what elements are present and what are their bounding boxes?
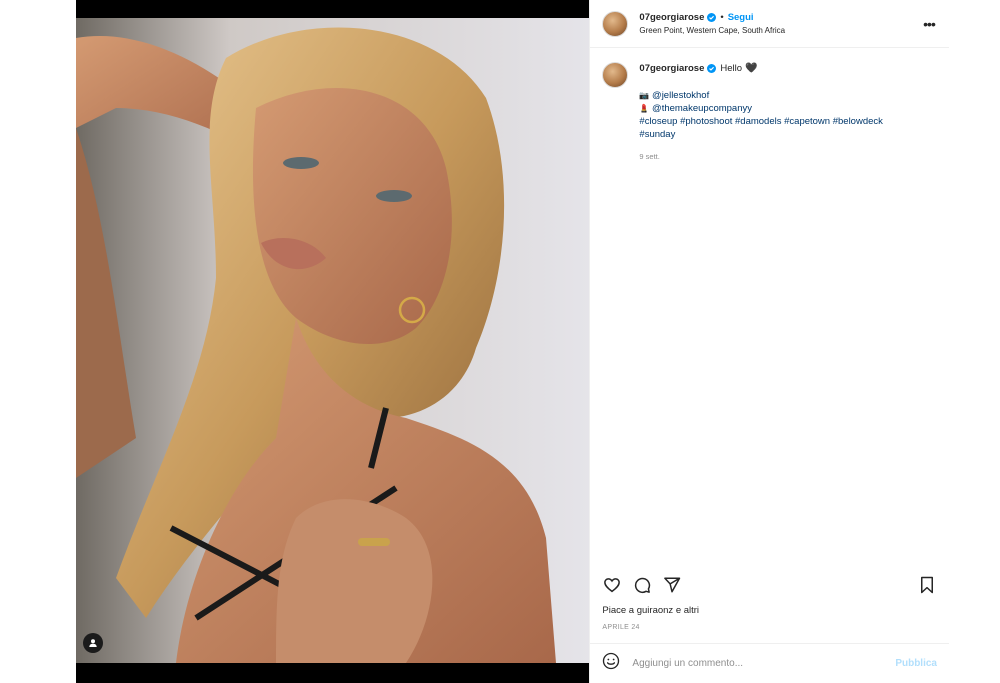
caption-timestamp[interactable]: 9 sett. [639,150,882,163]
author-avatar[interactable] [602,10,629,37]
publish-button[interactable]: Pubblica [895,658,937,669]
black-heart-emoji: 🖤 [745,63,758,74]
heart-icon[interactable] [602,575,622,595]
comment-icon[interactable] [632,575,652,595]
bookmark-icon[interactable] [917,575,937,595]
camera-emoji: 📷 [639,91,650,100]
caption-author-avatar[interactable] [602,62,629,88]
tagged-user-icon[interactable] [83,633,103,653]
action-bar [590,572,949,598]
verified-badge-icon [707,13,717,22]
mention-link[interactable]: @jellestokhof [652,90,709,101]
post-date: APRILE 24 [602,624,640,631]
portrait-illustration [76,18,590,663]
post-photo[interactable] [76,18,590,663]
mention-link[interactable]: @themakeupcompanyy [652,103,752,114]
post-location[interactable]: Green Point, Western Cape, South Africa [639,26,921,35]
hashtags[interactable]: #closeup #photoshoot #damodels #capetown… [639,115,882,128]
credit-makeup: 💄 @themakeupcompanyy [639,102,882,115]
send-icon[interactable] [662,575,682,595]
post-container: 07georgiarose • Segui Green Point, Weste… [76,0,949,683]
more-options-icon[interactable]: ••• [921,16,937,32]
likes-text[interactable]: Piace a guiraonz e altri [602,605,699,616]
post-header: 07georgiarose • Segui Green Point, Weste… [590,0,949,48]
hashtags[interactable]: #sunday [639,128,882,141]
credit-photographer: 📷 @jellestokhof [639,89,882,102]
author-username[interactable]: 07georgiarose [639,12,704,23]
emoji-icon[interactable] [602,652,620,675]
verified-badge-icon [707,64,717,73]
lipstick-emoji: 💄 [639,104,650,113]
caption-block: 07georgiarose Hello 🖤 📷 @jellestokhof 💄 … [590,48,949,163]
caption-text: Hello [720,63,743,74]
comment-input[interactable] [630,657,896,670]
post-media [76,0,590,683]
comment-bar: Pubblica [590,643,949,683]
caption-username[interactable]: 07georgiarose [639,62,704,75]
post-side-panel: 07georgiarose • Segui Green Point, Weste… [589,0,949,683]
follow-button[interactable]: Segui [728,12,754,23]
separator-dot: • [720,12,724,23]
